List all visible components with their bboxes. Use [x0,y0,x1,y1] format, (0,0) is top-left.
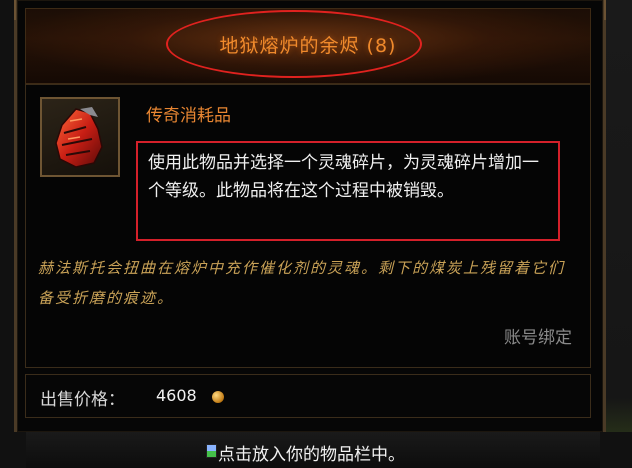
hint-bar-inner: 点击放入你的物品栏中。 [26,432,600,468]
ember-icon [55,107,103,168]
tooltip-title-bar: 地狱熔炉的余烬 (8) [25,8,591,84]
gold-coin-icon [212,391,224,403]
hint-bar: 点击放入你的物品栏中。 [0,432,632,468]
price-value: 4608 [156,386,197,405]
price-row: 出售价格： 4608 [25,374,591,418]
item-tooltip: 地狱熔炉的余烬 (8) 传奇消耗品 使用此物品并选择一个灵魂碎片，为灵魂碎片增加… [14,0,606,432]
annotation-oval [166,10,422,78]
item-type: 传奇消耗品 [146,106,231,126]
item-flavor-text: 赫法斯托会扭曲在熔炉中充作催化剂的灵魂。剩下的煤炭上残留着它们备受折磨的痕迹。 [38,259,566,307]
backdrop-right [606,0,632,468]
tooltip-body: 传奇消耗品 使用此物品并选择一个灵魂碎片，为灵魂碎片增加一个等级。此物品将在这个… [25,84,591,368]
binding-status: 账号绑定 [504,328,572,348]
price-label: 出售价格： [40,390,125,410]
hint-text: 点击放入你的物品栏中。 [218,445,405,465]
mouse-icon [206,444,217,458]
annotation-rectangle: 使用此物品并选择一个灵魂碎片，为灵魂碎片增加一个等级。此物品将在这个过程中被销毁… [136,141,560,241]
item-description: 使用此物品并选择一个灵魂碎片，为灵魂碎片增加一个等级。此物品将在这个过程中被销毁… [148,153,539,201]
item-icon-slot [40,97,120,177]
backdrop-left [0,0,14,468]
